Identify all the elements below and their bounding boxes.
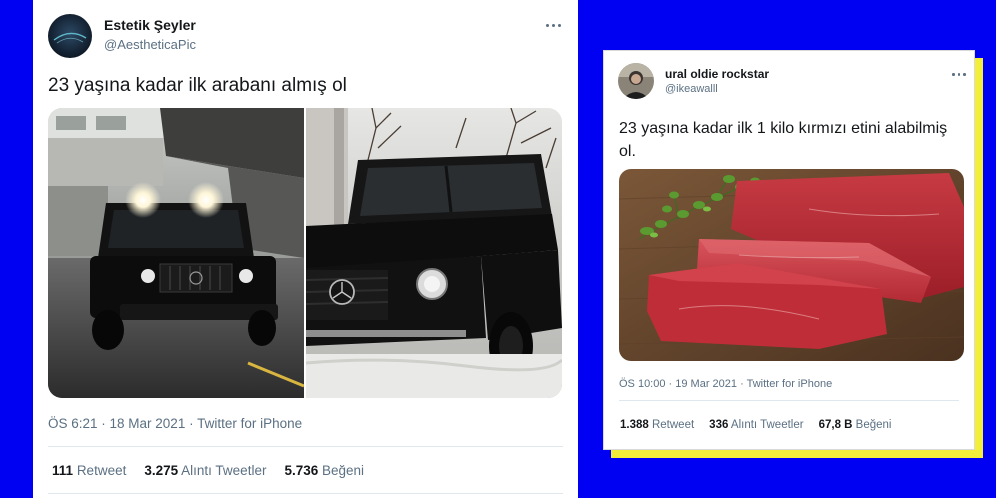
tweet-text: 23 yaşına kadar ilk arabanı almış ol	[48, 75, 347, 96]
avatar-image	[618, 63, 654, 99]
stat-label: Retweet	[651, 419, 695, 431]
retweet-count[interactable]: 1.388 Retweet	[620, 419, 694, 431]
tweet-stats: 111 Retweet 3.275 Alıntı Tweetler 5.736 …	[52, 463, 364, 478]
stat-label: Beğeni	[322, 463, 365, 478]
car-photo-left[interactable]	[48, 108, 304, 398]
avatar-image	[48, 14, 92, 58]
tweet-timestamp[interactable]: ÖS 10:00 · 19 Mar 2021 · Twitter for iPh…	[619, 378, 832, 390]
tweet-timestamp[interactable]: ÖS 6:21 · 18 Mar 2021 · Twitter for iPho…	[48, 416, 302, 431]
avatar[interactable]	[48, 14, 92, 58]
quote-tweet-count[interactable]: 336 Alıntı Tweetler	[709, 419, 803, 431]
tweet-text: 23 yaşına kadar ilk 1 kilo kırmızı etini…	[619, 120, 948, 160]
divider	[48, 493, 563, 494]
tweet-card-left: Estetik Şeyler @AestheticaPic 23 yaşına …	[33, 0, 578, 498]
like-count[interactable]: 5.736 Beğeni	[284, 463, 364, 478]
stat-count: 336	[709, 419, 729, 431]
tweet-card-right: ural oldie rockstar @ikeawalll 23 yaşına…	[603, 50, 975, 450]
stat-count: 5.736	[284, 463, 319, 478]
stat-label: Alıntı Tweetler	[181, 463, 267, 478]
retweet-count[interactable]: 111 Retweet	[52, 463, 126, 478]
quote-tweet-count[interactable]: 3.275 Alıntı Tweetler	[144, 463, 266, 478]
stat-label: Retweet	[76, 463, 127, 478]
car-photo-right[interactable]	[306, 108, 562, 398]
more-icon[interactable]	[952, 73, 966, 76]
meat-photo[interactable]	[619, 169, 964, 361]
more-icon[interactable]	[546, 24, 561, 27]
stat-label: Alıntı Tweetler	[730, 419, 804, 431]
stat-label: Beğeni	[855, 419, 892, 431]
display-name[interactable]: ural oldie rockstar	[665, 67, 769, 81]
like-count[interactable]: 67,8 B Beğeni	[819, 419, 892, 431]
user-handle[interactable]: @ikeawalll	[665, 83, 718, 95]
stat-count: 3.275	[144, 463, 179, 478]
display-name[interactable]: Estetik Şeyler	[104, 17, 196, 33]
stat-count: 111	[52, 463, 74, 478]
divider	[619, 400, 959, 401]
tweet-media[interactable]	[48, 108, 562, 398]
divider	[48, 446, 563, 447]
avatar[interactable]	[618, 63, 654, 99]
user-handle[interactable]: @AestheticaPic	[104, 37, 196, 52]
stat-count: 67,8 B	[818, 419, 853, 431]
tweet-stats: 1.388 Retweet 336 Alıntı Tweetler 67,8 B…	[620, 419, 891, 431]
stat-count: 1.388	[620, 419, 649, 431]
